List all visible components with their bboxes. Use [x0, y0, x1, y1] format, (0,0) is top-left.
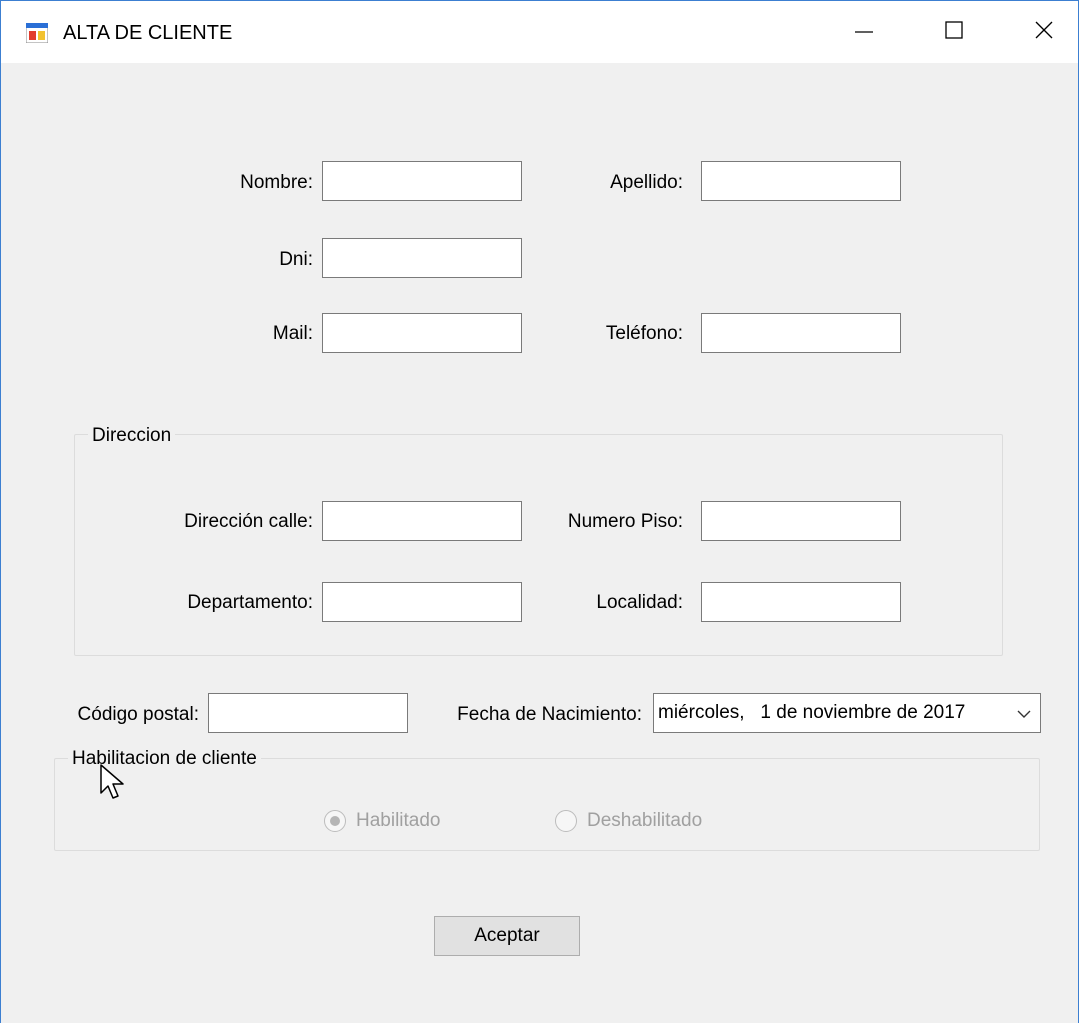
- fecha-nacimiento-datepicker[interactable]: miércoles, 1 de noviembre de 2017: [653, 693, 1041, 733]
- maximize-icon: [944, 20, 964, 45]
- nombre-input[interactable]: [322, 161, 522, 201]
- habilitacion-group-title: Habilitacion de cliente: [68, 747, 261, 771]
- departamento-label: Departamento:: [187, 592, 313, 613]
- localidad-label: Localidad:: [596, 592, 683, 613]
- alta-cliente-window: ALTA DE CLIENTE Nombre: Apellido: Dni: M…: [0, 0, 1079, 1023]
- deshabilitado-label: Deshabilitado: [587, 810, 703, 831]
- maximize-button[interactable]: [909, 1, 999, 63]
- fecha-nacimiento-value: miércoles, 1 de noviembre de 2017: [658, 702, 966, 723]
- mouse-pointer-icon: [99, 763, 129, 803]
- fecha-nacimiento-label: Fecha de Nacimiento:: [457, 704, 642, 725]
- mail-input[interactable]: [322, 313, 522, 353]
- close-icon: [1034, 20, 1054, 45]
- telefono-label: Teléfono:: [605, 323, 683, 344]
- habilitado-radio[interactable]: Habilitado: [324, 809, 441, 833]
- deshabilitado-radio-circle[interactable]: [555, 810, 577, 832]
- apellido-input[interactable]: [701, 161, 901, 201]
- apellido-label: Apellido:: [610, 172, 683, 193]
- localidad-input[interactable]: [701, 582, 901, 622]
- habilitado-radio-circle[interactable]: [324, 810, 346, 832]
- habilitado-label: Habilitado: [356, 810, 441, 831]
- habilitacion-groupbox: [54, 758, 1040, 851]
- window-title: ALTA DE CLIENTE: [63, 22, 233, 44]
- aceptar-button[interactable]: Aceptar: [434, 916, 580, 956]
- title-bar[interactable]: ALTA DE CLIENTE: [1, 1, 1078, 63]
- departamento-input[interactable]: [322, 582, 522, 622]
- nombre-label: Nombre:: [240, 172, 313, 193]
- dni-label: Dni:: [279, 249, 313, 270]
- deshabilitado-radio[interactable]: Deshabilitado: [555, 809, 702, 833]
- numero-piso-input[interactable]: [701, 501, 901, 541]
- codigo-postal-label: Código postal:: [77, 704, 199, 725]
- direccion-calle-label: Dirección calle:: [184, 511, 313, 532]
- minimize-button[interactable]: [819, 1, 909, 63]
- codigo-postal-input[interactable]: [208, 693, 408, 733]
- radio-selected-dot: [330, 816, 340, 826]
- minimize-icon: [854, 20, 874, 45]
- direccion-group-title: Direccion: [88, 424, 176, 448]
- dni-input[interactable]: [322, 238, 522, 278]
- direccion-groupbox: [74, 434, 1003, 656]
- form-app-icon: [25, 22, 49, 44]
- direccion-calle-input[interactable]: [322, 501, 522, 541]
- telefono-input[interactable]: [701, 313, 901, 353]
- chevron-down-icon[interactable]: [1016, 706, 1032, 722]
- mail-label: Mail:: [272, 323, 313, 344]
- numero-piso-label: Numero Piso:: [567, 511, 683, 532]
- close-button[interactable]: [999, 1, 1079, 63]
